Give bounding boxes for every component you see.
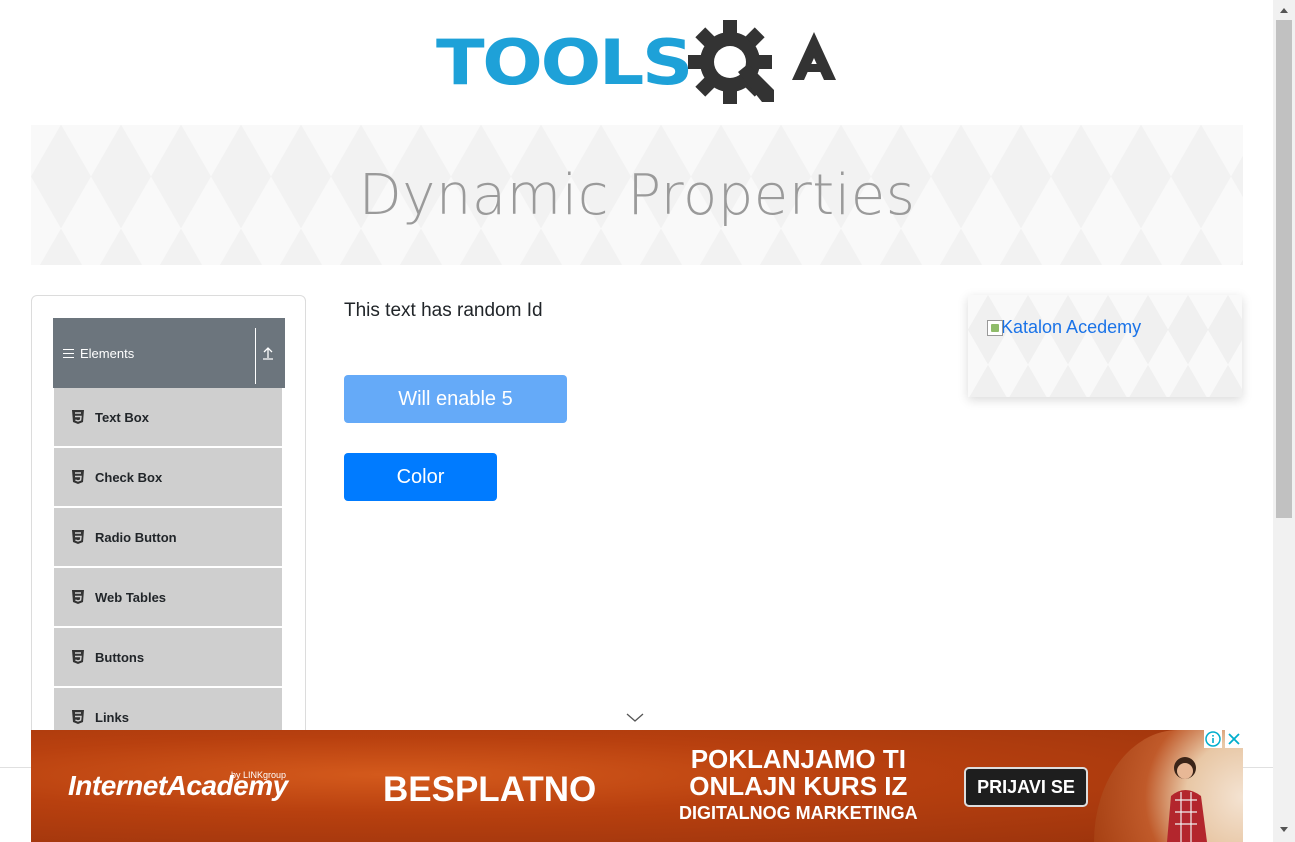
ad-close-icon[interactable]: [1225, 730, 1243, 748]
sidebar-group-title: Elements: [80, 345, 135, 361]
sidebar-group-elements[interactable]: Elements: [53, 318, 285, 388]
sidebar-item-label: Links: [95, 709, 129, 725]
ad-info-icon[interactable]: [1204, 730, 1222, 748]
toolsqa-logo[interactable]: TOOLS: [436, 18, 842, 114]
sidebar-item-label: Web Tables: [95, 589, 167, 605]
broken-image-icon: [987, 319, 1003, 336]
katalon-academy-link[interactable]: Katalon Acedemy: [1001, 317, 1141, 338]
ad-promo-line3: DIGITALNOG MARKETINGA: [679, 802, 918, 823]
bottom-ad-banner[interactable]: InternetAcademy by LINKgroup BESPLATNO P…: [31, 730, 1243, 842]
sidebar-item-radio-button[interactable]: Radio Button: [54, 508, 282, 566]
html5-icon: [72, 530, 84, 544]
hamburger-icon: [63, 348, 74, 358]
random-id-text: This text has random Id: [344, 300, 543, 321]
sidebar-item-web-tables[interactable]: Web Tables: [54, 568, 282, 626]
ad-person-image: [1167, 757, 1207, 842]
sidebar-item-check-box[interactable]: Check Box: [54, 448, 282, 506]
sidebar-item-text-box[interactable]: Text Box: [54, 388, 282, 446]
sidebar-item-label: Radio Button: [95, 529, 177, 545]
html5-icon: [72, 590, 84, 604]
scroll-down-arrow-icon[interactable]: [1279, 826, 1289, 834]
sidebar: Elements Text Box Check Box Radio Button…: [31, 295, 306, 755]
html5-icon: [72, 410, 84, 424]
scrollbar-thumb[interactable]: [1276, 20, 1292, 518]
ad-brand-sub: by LINKgroup: [231, 770, 287, 780]
color-change-button[interactable]: Color Change: [344, 453, 497, 536]
sidebar-item-buttons[interactable]: Buttons: [54, 628, 282, 686]
divider: [255, 328, 256, 384]
ad-promo-line1: POKLANJAMO TI: [690, 744, 906, 774]
ad-promo-line2: ONLAJN KURS IZ: [689, 771, 908, 802]
sidebar-item-label: Check Box: [95, 469, 163, 485]
html5-icon: [72, 470, 84, 484]
html5-icon: [72, 710, 84, 724]
enable-after-button[interactable]: Will enable 5 seconds: [344, 375, 567, 458]
svg-text:TOOLS: TOOLS: [436, 26, 691, 99]
side-ad[interactable]: Katalon Acedemy: [968, 295, 1242, 397]
html5-icon: [72, 650, 84, 664]
page-banner: Dynamic Properties: [31, 125, 1243, 265]
ad-headline: BESPLATNO: [383, 770, 597, 809]
sidebar-item-label: Buttons: [95, 649, 145, 665]
sidebar-menu: Text Box Check Box Radio Button Web Tabl…: [54, 388, 282, 748]
page-title: Dynamic Properties: [358, 162, 916, 228]
sidebar-item-label: Text Box: [95, 409, 149, 425]
broken-image[interactable]: Katalon Acedemy: [987, 317, 1141, 338]
ad-cta-button[interactable]: PRIJAVI SE: [964, 767, 1088, 807]
ad-promo: POKLANJAMO TI ONLAJN KURS IZ DIGITALNOG …: [679, 744, 918, 823]
collapse-arrow-icon[interactable]: [261, 345, 275, 361]
vertical-scrollbar[interactable]: [1273, 0, 1295, 842]
chevron-down-icon[interactable]: [626, 713, 644, 723]
scroll-up-arrow-icon[interactable]: [1279, 6, 1289, 14]
